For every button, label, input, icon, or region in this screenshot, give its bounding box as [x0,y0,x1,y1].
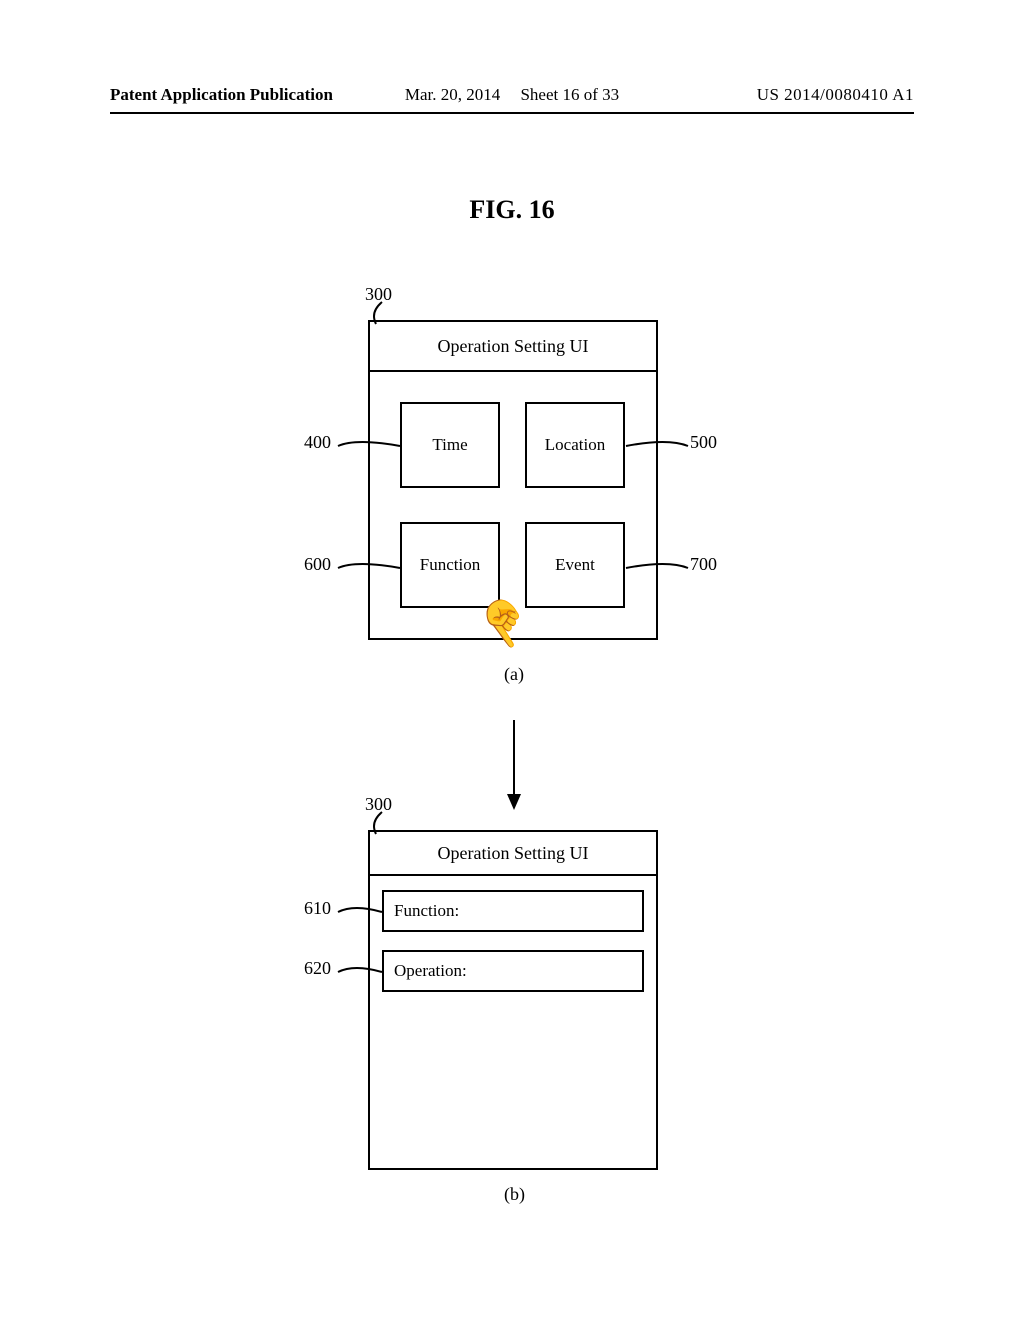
panel-a-title: Operation Setting UI [370,322,656,372]
header-rule [110,112,914,114]
function-field[interactable]: Function: [382,890,644,932]
time-button[interactable]: Time [400,402,500,488]
header-center: Mar. 20, 2014 Sheet 16 of 33 [110,85,914,105]
leader-600 [336,558,402,578]
leader-400 [336,436,402,456]
ref-700: 700 [690,554,717,575]
flow-arrow-icon [505,720,523,810]
header-date: Mar. 20, 2014 [405,85,500,105]
leader-500 [624,436,690,456]
event-button[interactable]: Event [525,522,625,608]
operation-field[interactable]: Operation: [382,950,644,992]
ref-500: 500 [690,432,717,453]
ref-610: 610 [304,898,331,919]
figure-title: FIG. 16 [0,195,1024,225]
ref-400: 400 [304,432,331,453]
function-button[interactable]: Function [400,522,500,608]
ref-600: 600 [304,554,331,575]
leader-620 [336,962,384,982]
page-header: Patent Application Publication Mar. 20, … [110,85,914,105]
subcaption-a: (a) [504,664,524,685]
ref-620: 620 [304,958,331,979]
location-button[interactable]: Location [525,402,625,488]
patent-page: Patent Application Publication Mar. 20, … [0,0,1024,1320]
subcaption-b: (b) [504,1184,525,1205]
header-sheet: Sheet 16 of 33 [520,85,619,105]
panel-b-title: Operation Setting UI [370,832,656,876]
operation-setting-panel-b: Operation Setting UI Function: Operation… [368,830,658,1170]
leader-610 [336,902,384,922]
leader-700 [624,558,690,578]
